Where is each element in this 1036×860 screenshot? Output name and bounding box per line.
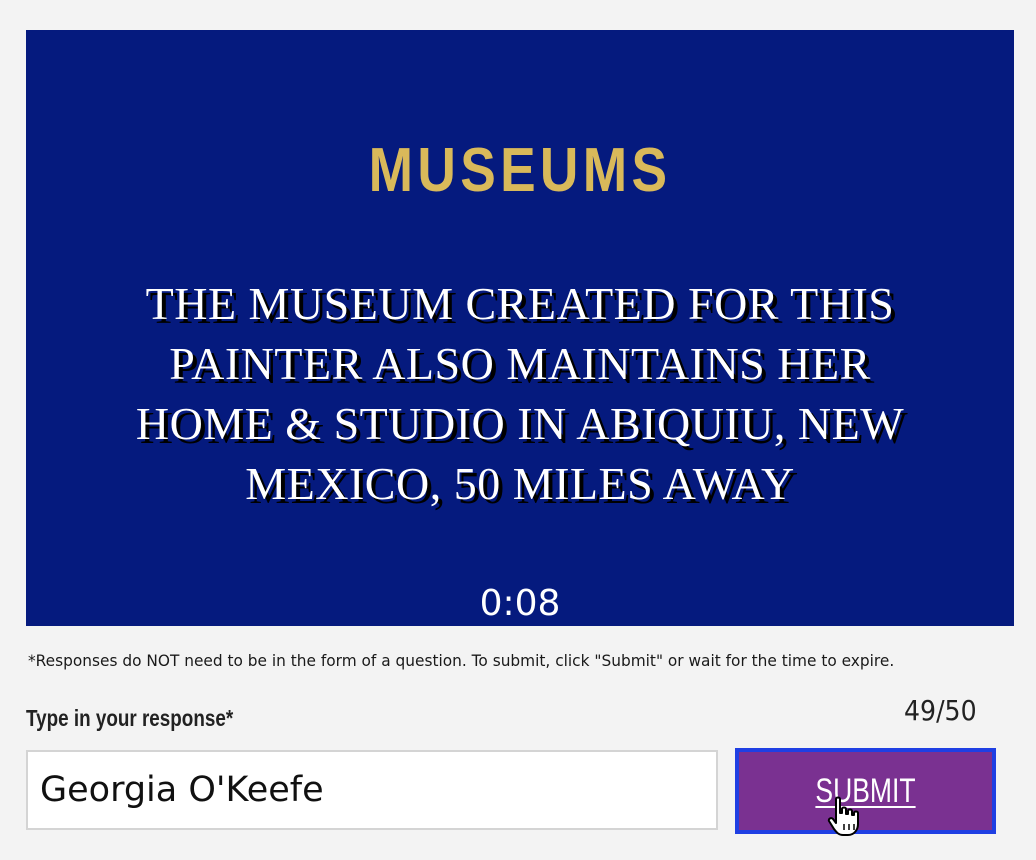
submit-button[interactable]: SUBMIT: [735, 748, 996, 834]
clue-board: MUSEUMS THE MUSEUM CREATED FOR THIS PAIN…: [26, 30, 1014, 626]
response-input[interactable]: [26, 750, 718, 830]
clue-text: THE MUSEUM CREATED FOR THIS PAINTER ALSO…: [135, 278, 905, 509]
category-title: MUSEUMS: [368, 136, 672, 205]
response-instructions: *Responses do NOT need to be in the form…: [28, 651, 895, 670]
question-counter: 49/50: [904, 694, 977, 727]
response-label: Type in your response*: [26, 705, 234, 731]
countdown-timer: 0:08: [479, 583, 561, 624]
submit-button-label: SUBMIT: [815, 772, 916, 810]
